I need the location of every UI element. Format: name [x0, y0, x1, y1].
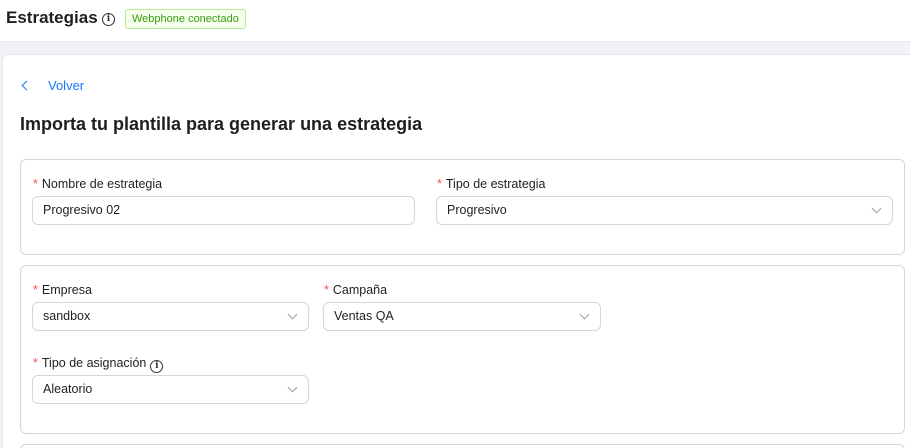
required-mark: *: [33, 283, 38, 297]
campaign-label: * Campaña: [324, 283, 388, 297]
top-bar: Estrategias i Webphone conectado: [0, 0, 910, 42]
required-mark: *: [324, 283, 329, 297]
strategy-name-value: Progresivo 02: [43, 203, 121, 217]
required-mark: *: [437, 177, 442, 191]
info-icon[interactable]: i: [150, 360, 164, 373]
chevron-down-icon: [287, 309, 298, 320]
company-label: * Empresa: [33, 283, 92, 297]
company-select[interactable]: sandbox: [32, 302, 309, 331]
chevron-down-icon: [871, 203, 882, 214]
required-mark: *: [33, 356, 38, 370]
strategy-name-input[interactable]: Progresivo 02: [32, 196, 415, 225]
next-group: [20, 444, 905, 448]
chevron-down-icon: [579, 309, 590, 320]
strategy-type-value: Progresivo: [447, 203, 507, 217]
page-title: Estrategias: [6, 8, 98, 27]
info-icon[interactable]: i: [102, 13, 115, 26]
webphone-status-badge: Webphone conectado: [125, 9, 246, 29]
company-value: sandbox: [43, 309, 91, 323]
strategy-type-select[interactable]: Progresivo: [436, 196, 893, 225]
assignment-group: [20, 265, 905, 434]
assignment-type-select[interactable]: Aleatorio: [32, 375, 309, 404]
campaign-select[interactable]: Ventas QA: [323, 302, 601, 331]
campaign-value: Ventas QA: [334, 309, 394, 323]
strategy-name-label: * Nombre de estrategia: [33, 177, 163, 191]
assignment-type-label: * Tipo de asignación i: [33, 356, 164, 373]
required-mark: *: [33, 177, 38, 191]
back-label: Volver: [48, 78, 85, 93]
strategy-type-label: * Tipo de estrategia: [437, 177, 546, 191]
chevron-down-icon: [287, 382, 298, 393]
section-heading: Importa tu plantilla para generar una es…: [20, 114, 423, 134]
assignment-type-value: Aleatorio: [43, 382, 93, 396]
